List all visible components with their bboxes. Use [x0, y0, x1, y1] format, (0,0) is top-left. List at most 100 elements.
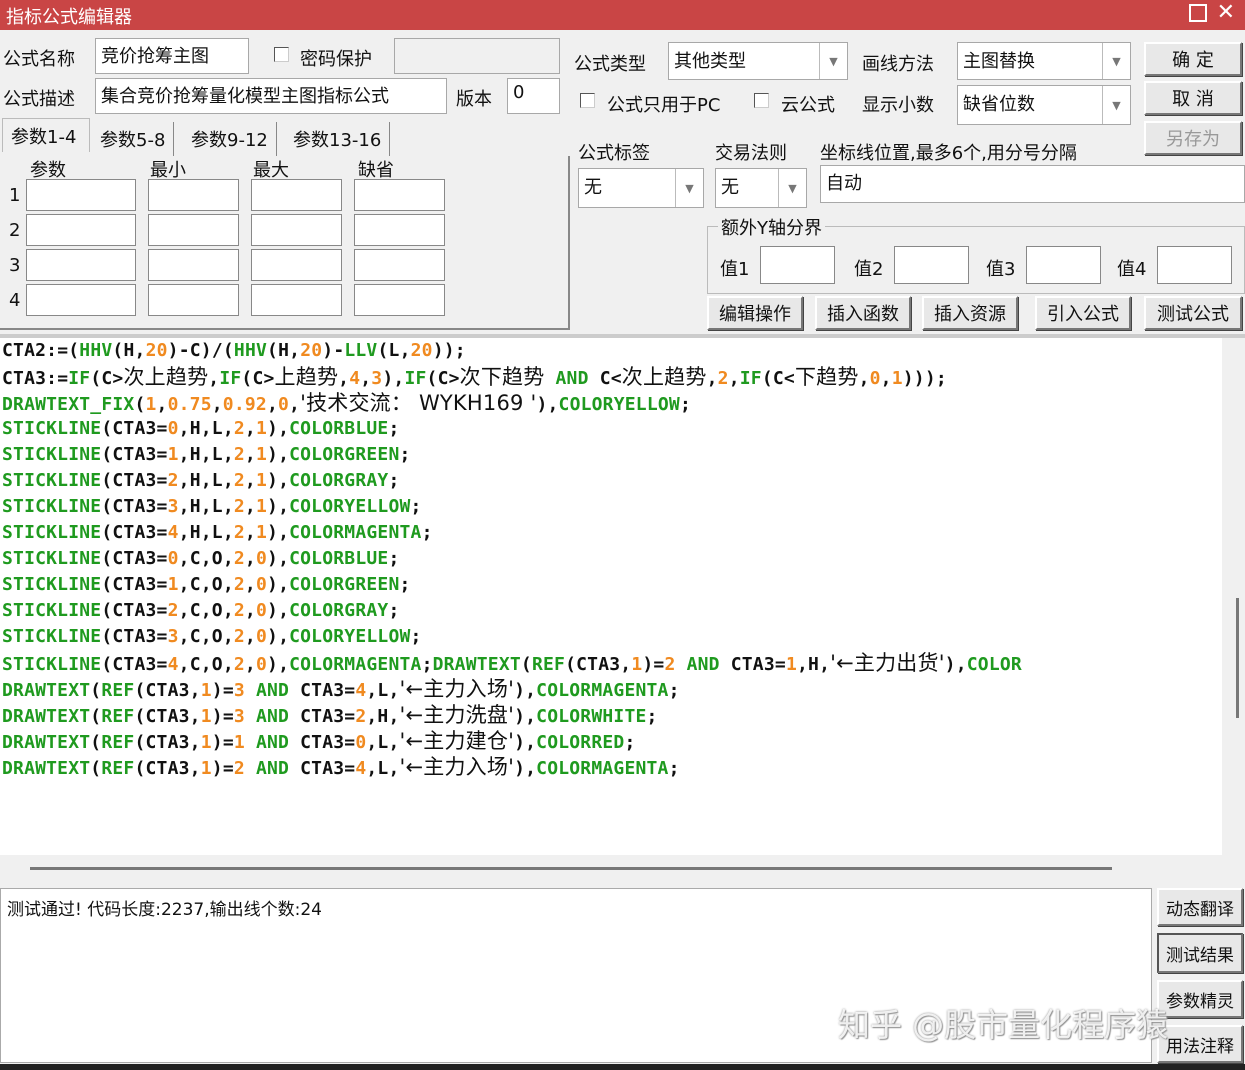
title-bar: 指标公式编辑器	[0, 0, 1245, 30]
tab-params-1-4[interactable]: 参数1-4	[2, 118, 90, 152]
chevron-down-icon: ▼	[1102, 86, 1130, 124]
decimals-select[interactable]: 缺省位数 ▼	[957, 85, 1131, 125]
code-line: DRAWTEXT(REF(CTA3,1)=3 AND CTA3=2,H,'←主力…	[2, 703, 658, 727]
type-select[interactable]: 其他类型 ▼	[668, 42, 848, 80]
param-input[interactable]	[148, 249, 239, 281]
yval-label: 值1	[720, 259, 750, 280]
chevron-down-icon: ▼	[1102, 43, 1130, 79]
version-input[interactable]: 0	[507, 78, 560, 114]
param-input[interactable]	[251, 179, 342, 211]
vertical-scrollbar[interactable]	[1222, 338, 1245, 855]
chevron-down-icon: ▼	[675, 169, 703, 207]
param-row-number: 4	[9, 290, 21, 311]
param-input[interactable]	[251, 214, 342, 246]
tag-select[interactable]: 无 ▼	[578, 168, 704, 208]
code-editor[interactable]: CTA2:=(HHV(H,20)-C)/(HHV(H,20)-LLV(L,20)…	[0, 338, 1222, 855]
vertical-scroll-thumb[interactable]	[1236, 598, 1239, 718]
edit-ops-button[interactable]: 编辑操作	[707, 296, 803, 330]
version-label: 版本	[456, 89, 492, 110]
cloud-checkbox[interactable]	[754, 93, 769, 108]
param-input[interactable]	[354, 179, 445, 211]
param-input[interactable]	[148, 179, 239, 211]
test-result-button[interactable]: 测试结果	[1157, 933, 1243, 973]
watermark: 知乎 @股市量化程序猿	[838, 1006, 1169, 1044]
param-input[interactable]	[148, 214, 239, 246]
trade-select[interactable]: 无 ▼	[715, 168, 807, 208]
output-text: 测试通过! 代码长度:2237,输出线个数:24	[7, 900, 322, 920]
type-label: 公式类型	[574, 54, 646, 75]
param-input[interactable]	[251, 284, 342, 316]
chevron-down-icon: ▼	[819, 43, 847, 79]
chevron-down-icon: ▼	[778, 169, 806, 207]
decimals-value: 缺省位数	[963, 94, 1035, 115]
param-input[interactable]	[26, 249, 136, 281]
code-line: STICKLINE(CTA3=4,H,L,2,1),COLORMAGENTA;	[2, 522, 433, 543]
code-line: DRAWTEXT(REF(CTA3,1)=3 AND CTA3=4,L,'←主力…	[2, 677, 680, 701]
code-line: DRAWTEXT(REF(CTA3,1)=1 AND CTA3=0,L,'←主力…	[2, 729, 636, 753]
draw-value: 主图替换	[963, 51, 1035, 72]
maximize-button[interactable]	[1189, 4, 1207, 22]
trade-value: 无	[721, 177, 739, 198]
code-line: DRAWTEXT(REF(CTA3,1)=2 AND CTA3=4,L,'←主力…	[2, 755, 680, 779]
tag-label: 公式标签	[578, 143, 650, 164]
param-input[interactable]	[148, 284, 239, 316]
code-line: CTA3:=IF(C>次上趋势,IF(C>上趋势,4,3),IF(C>次下趋势 …	[2, 365, 947, 389]
type-value: 其他类型	[674, 51, 746, 72]
tab-params-13-16[interactable]: 参数13-16	[285, 122, 391, 156]
tag-value: 无	[584, 177, 602, 198]
code-line: STICKLINE(CTA3=2,C,O,2,0),COLORGRAY;	[2, 600, 400, 621]
param-input[interactable]	[354, 249, 445, 281]
param-input[interactable]	[354, 284, 445, 316]
desc-input[interactable]: 集合竞价抢筹量化模型主图指标公式	[95, 78, 447, 114]
usage-notes-button[interactable]: 用法注释	[1157, 1025, 1243, 1063]
test-formula-button[interactable]: 测试公式	[1144, 296, 1242, 330]
param-row-number: 1	[9, 185, 21, 206]
yval-label: 值4	[1117, 259, 1147, 280]
name-label: 公式名称	[3, 49, 75, 70]
code-line: STICKLINE(CTA3=0,C,O,2,0),COLORBLUE;	[2, 548, 400, 569]
axis-input[interactable]: 自动	[820, 165, 1245, 203]
tab-params-5-8[interactable]: 参数5-8	[92, 122, 175, 156]
yval-input[interactable]	[1026, 246, 1101, 284]
window-title: 指标公式编辑器	[6, 7, 132, 28]
param-input[interactable]	[251, 249, 342, 281]
code-line: DRAWTEXT_FIX(1,0.75,0.92,0,'技术交流： WYKH16…	[2, 391, 691, 415]
param-input[interactable]	[26, 214, 136, 246]
import-formula-button[interactable]: 引入公式	[1035, 296, 1131, 330]
param-input[interactable]	[354, 214, 445, 246]
password-input[interactable]	[394, 38, 560, 74]
yval-label: 值2	[854, 259, 884, 280]
tab-params-9-12[interactable]: 参数9-12	[183, 122, 277, 156]
ok-button[interactable]: 确 定	[1144, 42, 1242, 76]
horizontal-scrollbar[interactable]	[0, 855, 1245, 883]
code-line: STICKLINE(CTA3=1,C,O,2,0),COLORGREEN;	[2, 574, 411, 595]
yval-input[interactable]	[760, 246, 835, 284]
draw-select[interactable]: 主图替换 ▼	[957, 42, 1131, 80]
trade-label: 交易法则	[715, 143, 787, 164]
name-input[interactable]: 竞价抢筹主图	[95, 38, 249, 74]
param-input[interactable]	[26, 179, 136, 211]
bottom-border	[0, 1064, 1245, 1070]
insert-resource-button[interactable]: 插入资源	[922, 296, 1018, 330]
password-checkbox[interactable]	[274, 47, 289, 62]
param-input[interactable]	[26, 284, 136, 316]
desc-label: 公式描述	[3, 89, 75, 110]
dynamic-translate-button[interactable]: 动态翻译	[1157, 888, 1243, 926]
yval-input[interactable]	[1157, 246, 1232, 284]
code-line: STICKLINE(CTA3=2,H,L,2,1),COLORGRAY;	[2, 470, 400, 491]
horizontal-scroll-thumb[interactable]	[30, 867, 1112, 870]
cancel-button[interactable]: 取 消	[1144, 81, 1242, 115]
save-as-button[interactable]: 另存为	[1144, 121, 1242, 155]
pc-only-checkbox[interactable]	[580, 93, 595, 108]
yval-label: 值3	[986, 259, 1016, 280]
code-line: STICKLINE(CTA3=0,H,L,2,1),COLORBLUE;	[2, 418, 400, 439]
code-line: STICKLINE(CTA3=3,C,O,2,0),COLORYELLOW;	[2, 626, 422, 647]
yval-input[interactable]	[894, 246, 969, 284]
param-row-number: 2	[9, 220, 21, 241]
yaxis-group-label: 额外Y轴分界	[718, 214, 825, 240]
param-wizard-button[interactable]: 参数精灵	[1157, 980, 1243, 1018]
close-button[interactable]: ✕	[1217, 0, 1235, 25]
code-line: STICKLINE(CTA3=1,H,L,2,1),COLORGREEN;	[2, 444, 411, 465]
code-line: CTA2:=(HHV(H,20)-C)/(HHV(H,20)-LLV(L,20)…	[2, 340, 466, 361]
insert-function-button[interactable]: 插入函数	[815, 296, 911, 330]
